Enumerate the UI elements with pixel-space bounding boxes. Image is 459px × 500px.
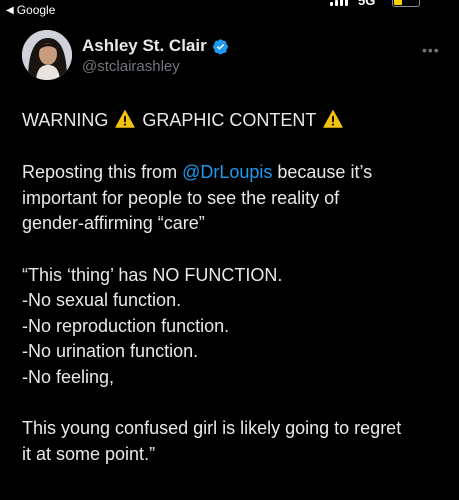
post-author-header: Ashley St. Clair @stclairashley •••: [22, 30, 442, 82]
warning-text-mid: GRAPHIC CONTENT: [142, 110, 317, 130]
verified-badge-icon: [212, 38, 228, 54]
warning-line: WARNING GRAPHIC CONTENT: [22, 108, 442, 134]
warning-icon: [115, 110, 135, 128]
network-indicator: 5G: [358, 0, 376, 8]
signal-icon: [330, 0, 348, 6]
back-to-google-link[interactable]: ◀ Google: [6, 3, 55, 17]
post-line: important for people to see the reality …: [22, 187, 340, 208]
quote-line: -No urination function.: [22, 341, 199, 361]
author-name[interactable]: Ashley St. Clair: [82, 36, 207, 56]
quote-line: -No sexual function.: [22, 290, 182, 310]
quote-line: -No feeling,: [22, 366, 115, 387]
more-options-icon[interactable]: •••: [422, 42, 440, 58]
post-line: Reposting this from @DrLoupis because it…: [22, 162, 373, 182]
author-handle[interactable]: @stclairashley: [82, 58, 180, 75]
post-line: gender-affirming “care”: [22, 213, 205, 233]
back-label: Google: [16, 3, 56, 17]
status-bar: ◀ Google 5G: [0, 0, 459, 22]
post-body: WARNING GRAPHIC CONTENT Reposting this f…: [22, 108, 442, 467]
quote-line: -No reproduction function.: [22, 315, 230, 336]
warning-text-left: WARNING: [22, 110, 109, 130]
battery-icon: [392, 0, 420, 7]
quote-line: This young confused girl is likely going…: [22, 418, 402, 438]
mention-link[interactable]: @DrLoupis: [182, 162, 272, 182]
quote-line: “This ‘thing’ has NO FUNCTION.: [22, 264, 283, 285]
avatar[interactable]: [22, 30, 72, 80]
warning-icon: [323, 110, 343, 128]
back-arrow-icon: ◀: [6, 4, 14, 16]
quote-line: it at some point.”: [22, 443, 156, 464]
